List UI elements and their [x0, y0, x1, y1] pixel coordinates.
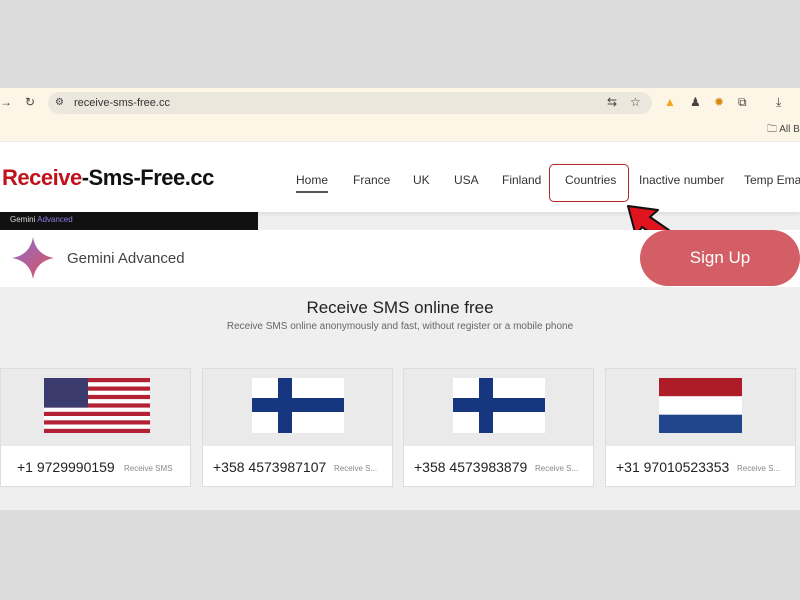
sign-up-button[interactable]: Sign Up [640, 230, 800, 286]
phone-number[interactable]: +358 4573983879 [414, 459, 527, 475]
nav-home[interactable]: Home [296, 173, 329, 193]
ad-label: Gemini [10, 215, 36, 224]
reload-icon[interactable]: ↻ [25, 95, 35, 109]
folder-icon: 🗀 [767, 124, 777, 135]
number-card[interactable]: +1 9729990159 Receive SMS [0, 368, 191, 487]
bookmarks-bar [0, 118, 800, 142]
nav-france[interactable]: France [353, 173, 390, 187]
phone-number[interactable]: +31 97010523353 [616, 459, 729, 475]
nav-temp-email[interactable]: Temp Email [744, 173, 800, 187]
translate-icon[interactable]: ⇆ [607, 95, 617, 109]
extension-icon[interactable]: ✹ [714, 95, 724, 109]
all-bookmarks-label: All B [779, 124, 800, 135]
ad-label-bar: Gemini Advanced [0, 212, 258, 230]
number-card[interactable]: +358 4573987107 Receive S... [202, 368, 393, 487]
phone-number[interactable]: +358 4573987107 [213, 459, 326, 475]
extension-icon[interactable]: ▲ [664, 95, 676, 109]
all-bookmarks[interactable]: 🗀 All B [767, 122, 800, 139]
flag-area [404, 369, 593, 446]
logo-red: Receive [2, 165, 82, 190]
receive-sms-link[interactable]: Receive S... [535, 464, 578, 473]
finland-flag-icon [252, 378, 344, 433]
receive-sms-link[interactable]: Receive SMS [124, 464, 172, 473]
nav-countries[interactable]: Countries [565, 173, 616, 187]
netherlands-flag-icon [659, 378, 742, 433]
extensions-puzzle-icon[interactable]: ⧉ [738, 95, 747, 110]
finland-flag-icon [453, 378, 545, 433]
ad-label-accent: Advanced [37, 215, 73, 224]
forward-icon[interactable]: → [0, 95, 12, 109]
nav-usa[interactable]: USA [454, 173, 479, 187]
nav-uk[interactable]: UK [413, 173, 430, 187]
bookmark-star-icon[interactable]: ☆ [630, 95, 641, 109]
url-text[interactable]: receive-sms-free.cc [74, 97, 170, 109]
receive-sms-link[interactable]: Receive S... [737, 464, 780, 473]
ad-title: Gemini Advanced [67, 250, 185, 267]
flag-area [1, 369, 190, 446]
page-subtitle: Receive SMS online anonymously and fast,… [226, 321, 574, 332]
extension-icon[interactable]: ♟ [690, 95, 701, 109]
flag-area [203, 369, 392, 446]
gemini-sparkle-icon [12, 237, 54, 279]
receive-sms-link[interactable]: Receive S... [334, 464, 377, 473]
number-card[interactable]: +31 97010523353 Receive S... [605, 368, 796, 487]
flag-area [606, 369, 795, 446]
logo-black: -Sms-Free.cc [81, 165, 215, 190]
nav-inactive-number[interactable]: Inactive number [639, 173, 724, 187]
site-logo[interactable]: Receive-Sms-Free.cc [2, 165, 214, 191]
page-title: Receive SMS online free [306, 298, 494, 317]
usa-flag-icon [44, 378, 150, 433]
site-info-icon[interactable]: ⚙ [55, 97, 64, 108]
number-card[interactable]: +358 4573983879 Receive S... [403, 368, 594, 487]
phone-number[interactable]: +1 9729990159 [17, 459, 115, 475]
nav-finland[interactable]: Finland [502, 173, 541, 187]
download-icon[interactable]: ⤓ [776, 95, 781, 110]
